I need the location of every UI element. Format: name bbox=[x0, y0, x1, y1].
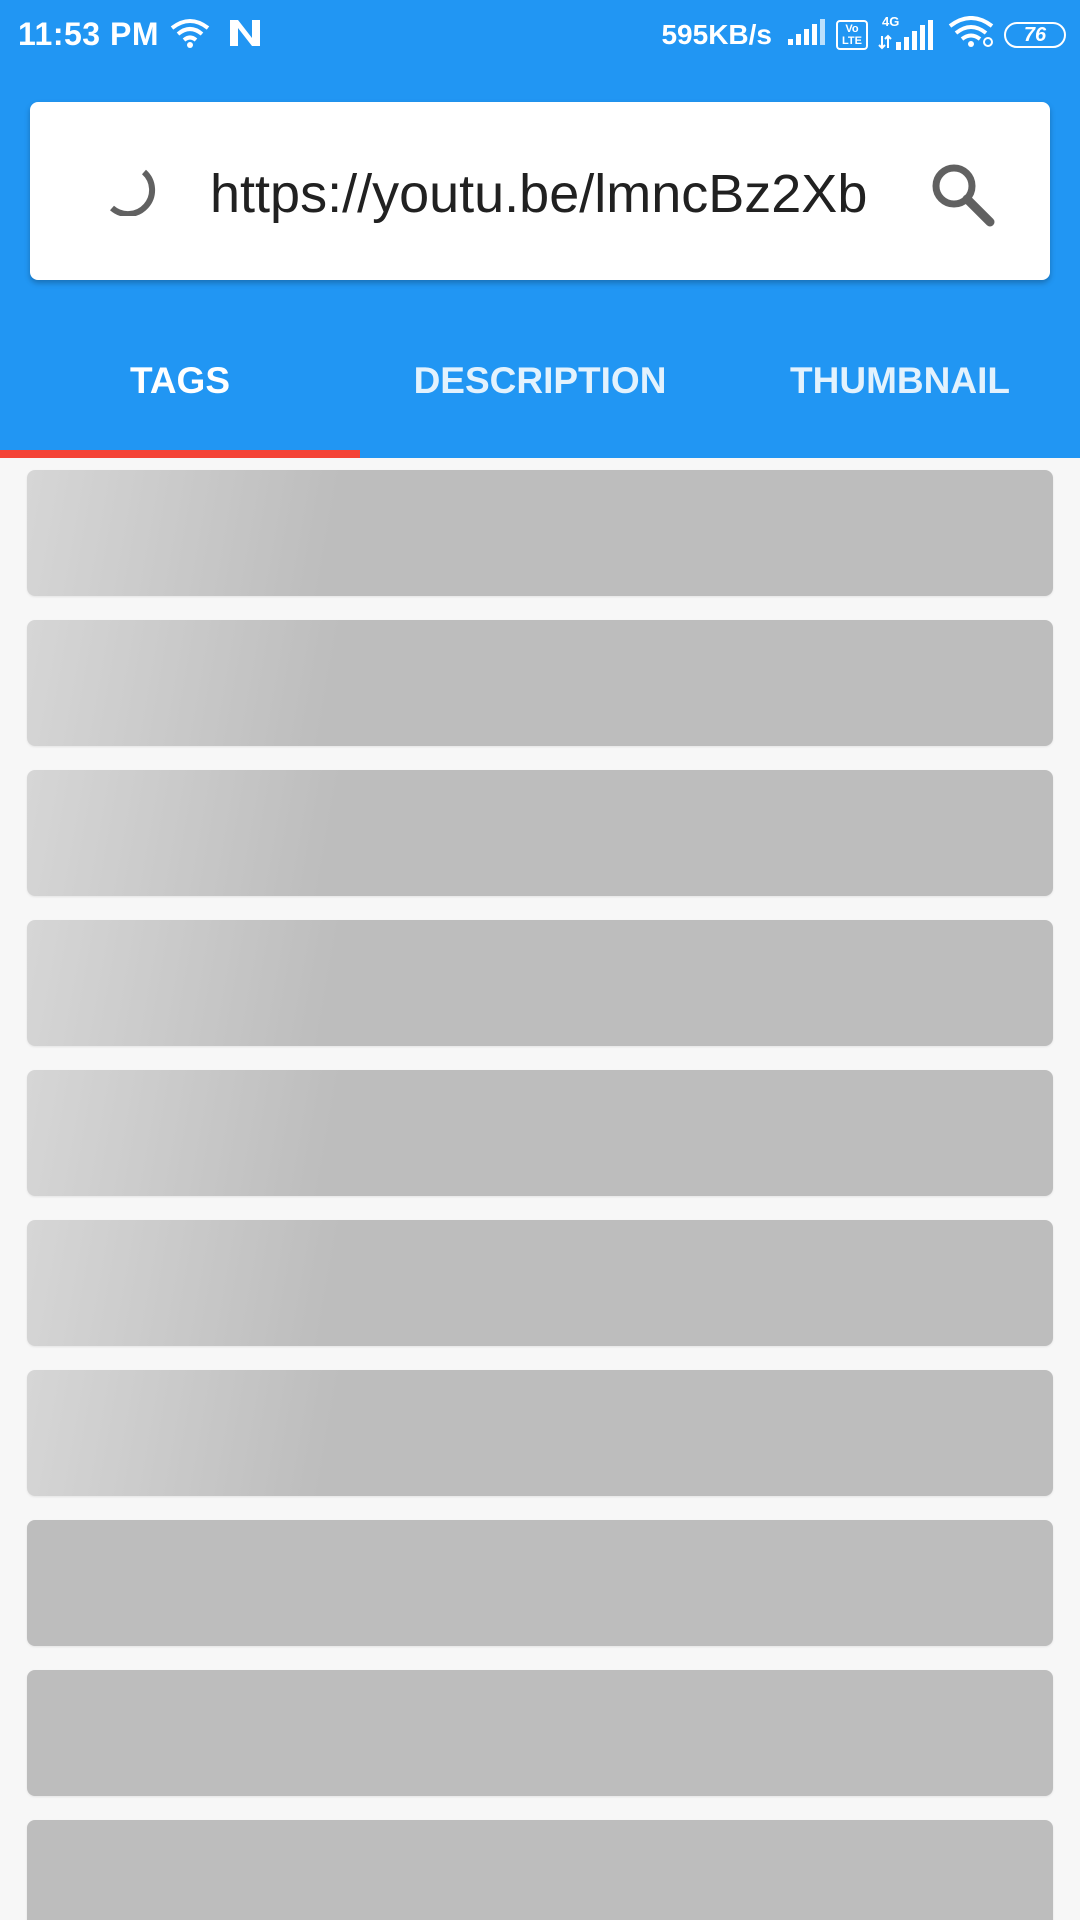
status-right-icons: 595KB/s Vo LTE 4G 76 bbox=[661, 14, 1066, 53]
status-left-icons bbox=[170, 18, 262, 53]
selected-tab-indicator bbox=[0, 450, 360, 458]
list-item-placeholder bbox=[27, 470, 1053, 596]
list-item-placeholder bbox=[27, 1670, 1053, 1796]
list-item-placeholder bbox=[27, 1220, 1053, 1346]
status-time: 11:53 PM bbox=[18, 16, 159, 52]
list-item-placeholder bbox=[27, 770, 1053, 896]
loading-spinner-icon bbox=[104, 164, 156, 218]
tab-tags[interactable]: TAGS bbox=[0, 340, 360, 458]
status-bar: 11:53 PM 595KB/s Vo LTE 4G 76 bbox=[0, 0, 1080, 72]
search-button[interactable] bbox=[926, 158, 998, 230]
tag-list-loading bbox=[27, 470, 1053, 1920]
mobile-data-4g-icon: 4G bbox=[878, 14, 938, 52]
volte-icon: Vo LTE bbox=[836, 19, 868, 50]
list-item-placeholder bbox=[27, 620, 1053, 746]
battery-indicator: 76 bbox=[1004, 21, 1066, 48]
tab-thumbnail[interactable]: THUMBNAIL bbox=[720, 340, 1080, 458]
wifi-icon bbox=[948, 16, 994, 53]
list-item-placeholder bbox=[27, 920, 1053, 1046]
list-item-placeholder bbox=[27, 1820, 1053, 1920]
list-item-placeholder bbox=[27, 1070, 1053, 1196]
network-speed: 595KB/s bbox=[661, 18, 772, 50]
list-item-placeholder bbox=[27, 1370, 1053, 1496]
list-item-placeholder bbox=[27, 1520, 1053, 1646]
search-icon bbox=[932, 164, 995, 227]
app-screen: 11:53 PM 595KB/s Vo LTE 4G 76 https://yo… bbox=[0, 0, 1080, 1920]
nfc-n-icon bbox=[228, 18, 262, 53]
wifi-link-icon bbox=[170, 18, 210, 53]
tab-bar: TAGS DESCRIPTION THUMBNAIL bbox=[0, 340, 1080, 458]
url-input[interactable] bbox=[210, 158, 876, 230]
tab-description[interactable]: DESCRIPTION bbox=[360, 340, 720, 458]
signal-icon bbox=[786, 17, 826, 52]
